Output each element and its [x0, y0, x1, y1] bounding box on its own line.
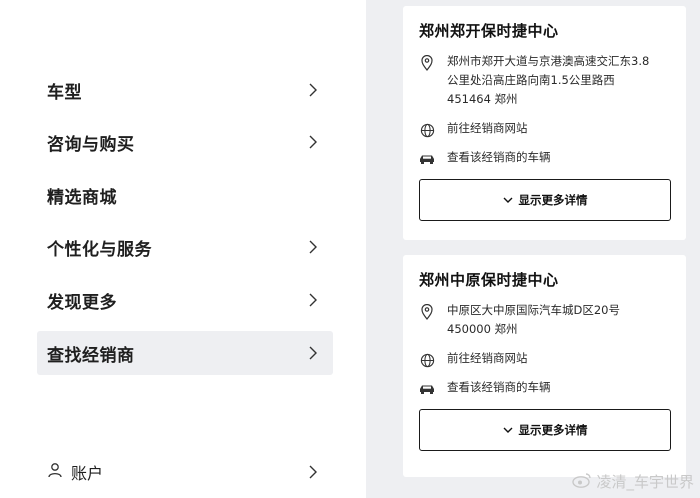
watermark-text: 凌清_车宇世界: [596, 473, 694, 491]
dealer-address: 中原区大中原国际汽车城D区20号 450000 郑州: [419, 303, 670, 339]
nav-item-label: 咨询与购买: [47, 134, 135, 155]
dealer-address: 郑州市郑开大道与京港澳高速交汇东3.8 公里处沿高庄路向南1.5公里路西 451…: [419, 54, 670, 109]
show-more-details-button[interactable]: 显示更多详情: [419, 409, 671, 451]
map-pin-icon: [419, 55, 435, 71]
show-more-details-button[interactable]: 显示更多详情: [419, 179, 671, 221]
car-icon: [419, 381, 435, 397]
address-line: 中原区大中原国际汽车城D区20号: [447, 303, 620, 317]
vehicles-label: 查看该经销商的车辆: [447, 380, 551, 394]
map-pin-icon: [419, 304, 435, 320]
dealer-vehicles-link[interactable]: 查看该经销商的车辆: [419, 380, 670, 397]
nav-item-label: 发现更多: [47, 292, 117, 313]
nav-item-label: 个性化与服务: [47, 239, 152, 260]
dealer-website-link[interactable]: 前往经销商网站: [419, 121, 670, 138]
nav-item-models[interactable]: 车型: [37, 68, 333, 112]
address-line: 451464 郑州: [447, 92, 518, 106]
user-icon: [47, 462, 63, 482]
vehicles-label: 查看该经销商的车辆: [447, 150, 551, 164]
dealer-vehicles-link[interactable]: 查看该经销商的车辆: [419, 150, 670, 167]
chevron-right-icon: [305, 464, 321, 480]
dealer-name: 郑州郑开保时捷中心: [419, 22, 559, 40]
nav-item-consult-purchase[interactable]: 咨询与购买: [37, 120, 333, 164]
show-more-label: 显示更多详情: [518, 193, 588, 207]
address-line: 450000 郑州: [447, 322, 518, 336]
nav-item-find-dealer[interactable]: 查找经销商: [37, 331, 333, 375]
nav-item-label: 车型: [47, 82, 82, 103]
address-line: 公里处沿高庄路向南1.5公里路西: [447, 73, 615, 87]
chevron-right-icon: [305, 345, 321, 361]
chevron-right-icon: [305, 134, 321, 150]
watermark: 凌清_车宇世界: [572, 471, 694, 492]
chevron-right-icon: [305, 82, 321, 98]
weibo-logo-icon: [572, 472, 592, 492]
main-menu: 车型 咨询与购买 精选商城 个性化与服务 发现更多 查找经销商 账户: [0, 0, 366, 498]
chevron-right-icon: [305, 239, 321, 255]
nav-item-label: 精选商城: [47, 187, 117, 208]
nav-item-discover-more[interactable]: 发现更多: [37, 278, 333, 322]
chevron-down-icon: [503, 193, 513, 207]
website-label: 前往经销商网站: [447, 121, 528, 135]
nav-item-personalization-service[interactable]: 个性化与服务: [37, 225, 333, 269]
chevron-right-icon: [305, 292, 321, 308]
account-label: 账户: [71, 464, 104, 483]
website-label: 前往经销商网站: [447, 351, 528, 365]
account-link[interactable]: 账户: [37, 454, 333, 490]
globe-icon: [419, 122, 435, 138]
globe-icon: [419, 352, 435, 368]
nav-item-shop[interactable]: 精选商城: [37, 173, 333, 217]
show-more-label: 显示更多详情: [518, 423, 588, 437]
car-icon: [419, 151, 435, 167]
dealer-website-link[interactable]: 前往经销商网站: [419, 351, 670, 368]
nav-item-label: 查找经销商: [47, 345, 135, 366]
dealer-results-panel: 郑州郑开保时捷中心 郑州市郑开大道与京港澳高速交汇东3.8 公里处沿高庄路向南1…: [366, 0, 700, 498]
chevron-down-icon: [503, 423, 513, 437]
dealer-name: 郑州中原保时捷中心: [419, 271, 559, 289]
dealer-card: 郑州中原保时捷中心 中原区大中原国际汽车城D区20号 450000 郑州 前往经…: [403, 255, 686, 477]
dealer-card: 郑州郑开保时捷中心 郑州市郑开大道与京港澳高速交汇东3.8 公里处沿高庄路向南1…: [403, 6, 686, 240]
address-line: 郑州市郑开大道与京港澳高速交汇东3.8: [447, 54, 650, 68]
